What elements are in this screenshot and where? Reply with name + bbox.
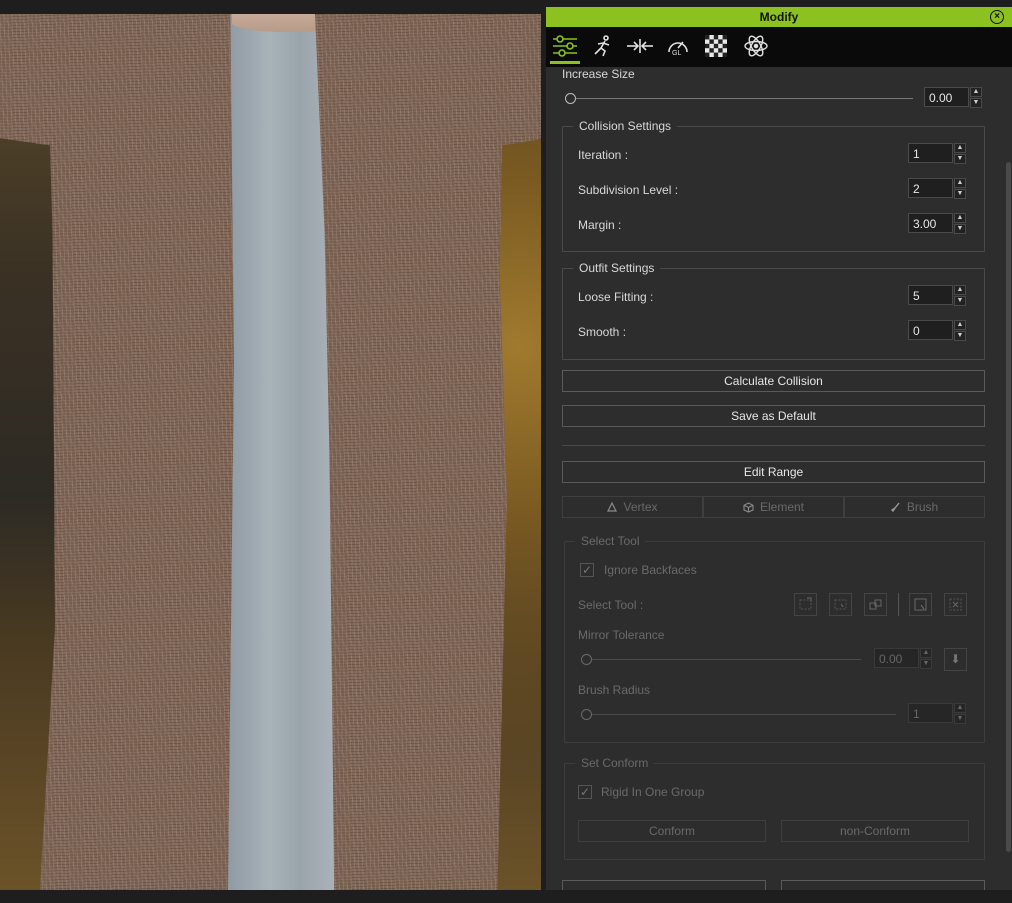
- 3d-viewport[interactable]: [0, 14, 541, 890]
- mirror-tolerance-value[interactable]: 0.00: [874, 648, 919, 668]
- rect-select-icon[interactable]: [794, 593, 817, 616]
- margin-spinbox[interactable]: 3.00 ▲ ▼: [908, 213, 968, 235]
- deselect-icon[interactable]: [944, 593, 967, 616]
- brush-icon: [890, 502, 900, 512]
- spin-up-icon[interactable]: ▲: [920, 648, 932, 658]
- toolbar-separator: [898, 593, 899, 616]
- spin-down-icon[interactable]: ▼: [954, 714, 966, 724]
- mirror-tolerance-label: Mirror Tolerance: [578, 628, 665, 642]
- set-conform-group: Set Conform: [564, 756, 985, 860]
- ignore-backfaces-label: Ignore Backfaces: [604, 563, 697, 577]
- edit-range-button[interactable]: Edit Range: [562, 461, 985, 483]
- smooth-value[interactable]: 0: [908, 320, 953, 340]
- coat-right-panel: [315, 14, 541, 890]
- brush-radius-value[interactable]: 1: [908, 703, 953, 723]
- element-mode-label: Element: [759, 499, 805, 514]
- sliders-icon[interactable]: [550, 31, 580, 64]
- checkerboard-icon[interactable]: [701, 31, 731, 61]
- section-divider: [562, 445, 985, 446]
- increase-size-spinbox[interactable]: 0.00 ▲ ▼: [924, 87, 984, 109]
- running-figure-icon[interactable]: [588, 31, 618, 61]
- increase-size-slider[interactable]: [569, 98, 913, 99]
- loose-fitting-spinbox[interactable]: 5 ▲ ▼: [908, 285, 968, 307]
- margin-value[interactable]: 3.00: [908, 213, 953, 233]
- conform-button[interactable]: Conform: [578, 820, 766, 842]
- brush-radius-spinbox[interactable]: 1 ▲ ▼: [908, 703, 968, 725]
- brush-mode-tab[interactable]: Brush: [844, 496, 985, 518]
- bottom-button-right[interactable]: [781, 880, 985, 890]
- spin-down-icon[interactable]: ▼: [954, 154, 966, 164]
- select-tool-label: Select Tool :: [578, 598, 644, 612]
- vertex-mode-label: Vertex: [623, 499, 658, 514]
- calculate-collision-button[interactable]: Calculate Collision: [562, 370, 985, 392]
- spin-up-icon[interactable]: ▲: [954, 703, 966, 713]
- panel-scrollbar[interactable]: [1005, 157, 1012, 857]
- spin-down-icon[interactable]: ▼: [970, 98, 982, 108]
- mirror-tolerance-slider[interactable]: [586, 659, 861, 660]
- ignore-backfaces-checkbox[interactable]: ✓: [580, 563, 594, 577]
- select-all-icon[interactable]: [909, 593, 932, 616]
- outfit-settings-group: Outfit Settings: [562, 261, 985, 360]
- spin-up-icon[interactable]: ▲: [954, 285, 966, 295]
- scrollbar-thumb[interactable]: [1006, 162, 1011, 852]
- subdivision-level-value[interactable]: 2: [908, 178, 953, 198]
- spin-down-icon[interactable]: ▼: [954, 189, 966, 199]
- spin-down-icon[interactable]: ▼: [954, 224, 966, 234]
- arrows-inward-icon[interactable]: [625, 31, 655, 61]
- lasso-select-icon[interactable]: [829, 593, 852, 616]
- spin-up-icon[interactable]: ▲: [954, 320, 966, 330]
- spin-down-icon[interactable]: ▼: [954, 331, 966, 341]
- increase-size-label: Increase Size: [562, 67, 635, 81]
- cube-element-icon: [743, 501, 754, 513]
- gauge-gl-icon[interactable]: GL: [663, 31, 693, 61]
- iteration-spinbox[interactable]: 1 ▲ ▼: [908, 143, 968, 165]
- panel-title: Modify: [759, 10, 799, 24]
- panel-titlebar: Modify ×: [546, 7, 1012, 27]
- mirror-tolerance-slider-knob[interactable]: [581, 654, 592, 665]
- spin-down-icon[interactable]: ▼: [954, 296, 966, 306]
- brush-radius-slider[interactable]: [586, 714, 896, 715]
- smooth-label: Smooth :: [578, 325, 627, 339]
- spin-up-icon[interactable]: ▲: [954, 213, 966, 223]
- brush-mode-label: Brush: [906, 499, 939, 514]
- save-as-default-button[interactable]: Save as Default: [562, 405, 985, 427]
- bottom-button-left[interactable]: [562, 880, 766, 890]
- non-conform-button[interactable]: non-Conform: [781, 820, 969, 842]
- loose-fitting-label: Loose Fitting :: [578, 290, 654, 304]
- collision-settings-title: Collision Settings: [573, 119, 678, 133]
- modify-toolbar: GL: [546, 27, 1012, 67]
- rigid-in-one-group-label: Rigid In One Group: [601, 785, 705, 799]
- close-icon[interactable]: ×: [990, 10, 1004, 24]
- increase-size-value[interactable]: 0.00: [924, 87, 969, 107]
- spin-up-icon[interactable]: ▲: [970, 87, 982, 97]
- spin-down-icon[interactable]: ▼: [920, 659, 932, 669]
- brush-radius-slider-knob[interactable]: [581, 709, 592, 720]
- arrow-down-icon[interactable]: ⬇: [944, 648, 967, 671]
- coat-left-panel: [0, 14, 240, 890]
- svg-text:GL: GL: [672, 50, 681, 57]
- triangle-vertex-icon: [607, 502, 618, 512]
- iteration-label: Iteration :: [578, 148, 629, 162]
- vertex-mode-tab[interactable]: Vertex: [562, 496, 703, 518]
- add-select-icon[interactable]: [864, 593, 887, 616]
- loose-fitting-value[interactable]: 5: [908, 285, 953, 305]
- spin-up-icon[interactable]: ▲: [954, 143, 966, 153]
- spin-up-icon[interactable]: ▲: [954, 178, 966, 188]
- iteration-value[interactable]: 1: [908, 143, 953, 163]
- element-mode-tab[interactable]: Element: [703, 496, 844, 518]
- mirror-tolerance-spinbox[interactable]: 0.00 ▲ ▼: [874, 648, 934, 670]
- select-tool-group-title: Select Tool: [575, 534, 646, 548]
- atom-icon[interactable]: [741, 31, 771, 61]
- subdivision-level-label: Subdivision Level :: [578, 183, 679, 197]
- modify-panel: Modify × GL Increase Size 0.00 ▲ ▼ Colli…: [546, 7, 1012, 890]
- outfit-settings-title: Outfit Settings: [573, 261, 661, 275]
- subdivision-level-spinbox[interactable]: 2 ▲ ▼: [908, 178, 968, 200]
- margin-label: Margin :: [578, 218, 622, 232]
- increase-size-slider-knob[interactable]: [565, 93, 576, 104]
- rigid-in-one-group-checkbox[interactable]: ✓: [578, 785, 592, 799]
- smooth-spinbox[interactable]: 0 ▲ ▼: [908, 320, 968, 342]
- brush-radius-label: Brush Radius: [578, 683, 651, 697]
- set-conform-group-title: Set Conform: [575, 756, 655, 770]
